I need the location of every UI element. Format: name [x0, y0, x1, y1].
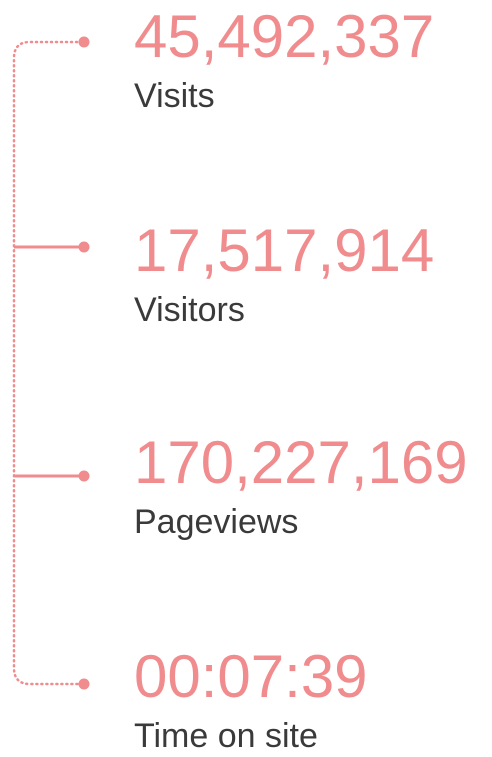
stat-label: Time on site: [134, 717, 318, 755]
timeline-dot-pageviews: [78, 470, 90, 482]
stat-visitors: 17,517,914 Visitors: [134, 217, 435, 329]
stat-pageviews: 170,227,169 Pageviews: [134, 429, 468, 541]
stat-label: Pageviews: [134, 503, 299, 541]
stat-value: 17,517,914: [134, 217, 435, 284]
stat-visits: 45,492,337 Visits: [134, 3, 435, 115]
stat-label: Visitors: [134, 291, 245, 329]
timeline-dot-visitors: [78, 241, 90, 253]
timeline-spine: [12, 40, 84, 686]
timeline-dot-visits: [78, 36, 90, 48]
timeline-connector: [12, 36, 90, 690]
stat-value: 170,227,169: [134, 429, 468, 496]
stat-value: 00:07:39: [134, 643, 368, 710]
stat-label: Visits: [134, 77, 215, 115]
stat-value: 45,492,337: [134, 3, 435, 70]
timeline-dot-time-on-site: [78, 678, 90, 690]
stat-time-on-site: 00:07:39 Time on site: [134, 643, 368, 755]
